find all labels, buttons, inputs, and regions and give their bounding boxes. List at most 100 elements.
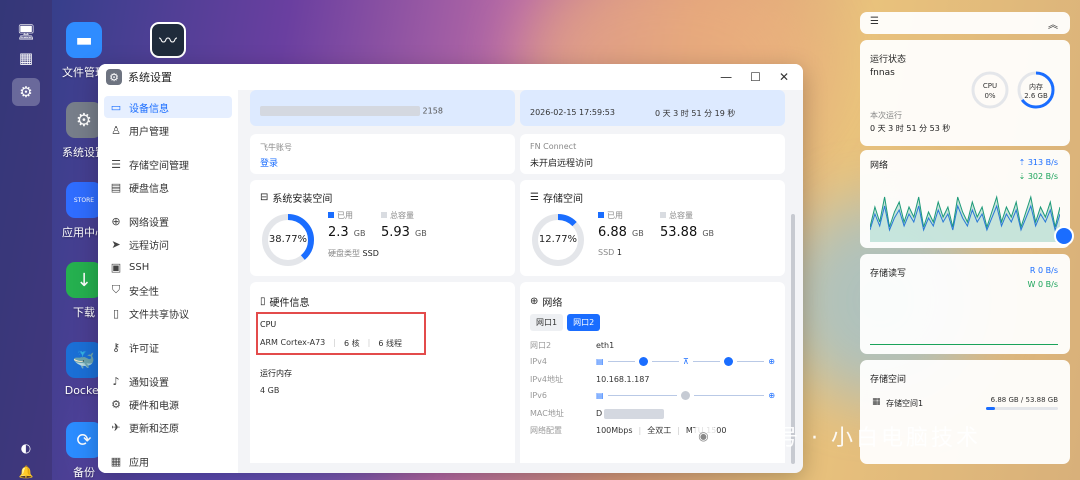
sidebar-item-ssh[interactable]: ▣ SSH xyxy=(104,256,232,278)
bell-icon: ♪ xyxy=(112,374,120,388)
system-space-percent: 38.77% xyxy=(268,234,308,245)
sidebar-item-network[interactable]: ⊕ 网络设置 xyxy=(104,210,232,232)
storage-pool-usage: 6.88 GB / 53.88 GB xyxy=(990,396,1058,404)
sto-total-label: 总容量 xyxy=(669,211,693,220)
storage-widget-title: 存储空间 xyxy=(870,375,907,385)
ram-value: 4 GB xyxy=(260,386,280,395)
sidebar-item-storage-manage[interactable]: ☰ 存储空间管理 xyxy=(104,153,232,175)
tab-port-2[interactable]: 网口2 xyxy=(567,314,601,331)
status-dot-icon xyxy=(681,391,691,400)
sidebar-item-apps[interactable]: ▦ 应用 xyxy=(104,450,232,472)
settings-app-icon: ⚙ xyxy=(106,69,122,85)
docker-icon: 🐳 xyxy=(66,342,102,378)
network-widget: 网络 ⇡ 313 B/s ⇣ 302 B/s xyxy=(860,150,1070,248)
close-button[interactable]: ✕ xyxy=(779,70,789,84)
update-icon: ✈ xyxy=(111,420,121,434)
storage-pool-icon: ▦ xyxy=(872,397,881,407)
shield-icon: ⛉ xyxy=(111,283,121,296)
window-titlebar[interactable]: ⚙ 系统设置 — ☐ ✕ xyxy=(98,64,803,90)
terminal-icon: ▣ xyxy=(110,260,122,274)
ssd-label: SSD xyxy=(598,248,615,257)
sidebar-item-license[interactable]: ⚷ 许可证 xyxy=(104,336,232,358)
sidebar-item-remote[interactable]: ➤ 远程访问 xyxy=(104,233,232,255)
system-space-title: 系统安装空间 xyxy=(272,194,333,205)
sidebar-item-device-info[interactable]: ▭ 设备信息 xyxy=(104,96,232,118)
sys-used-value: 2.3 xyxy=(328,225,349,240)
notification-bell-icon[interactable]: 🔔 xyxy=(12,458,40,480)
window-title: 系统设置 xyxy=(128,71,172,84)
sidebar-item-update[interactable]: ✈ 更新和还原 xyxy=(104,416,232,438)
login-link[interactable]: 登录 xyxy=(260,156,278,169)
run-label: 本次运行 xyxy=(870,111,902,120)
settings-dock-icon[interactable]: ⚙ xyxy=(12,78,40,106)
hardware-card: ▯ 硬件信息 CPU ARM Cortex-A73 | 6 核 | 6 线程 运行… xyxy=(250,282,515,463)
storage-space-title: 存储空间 xyxy=(542,194,583,205)
network-title: 网络 xyxy=(542,298,563,309)
storage-space-percent: 12.77% xyxy=(538,234,578,245)
tab-port-1[interactable]: 网口1 xyxy=(530,314,564,331)
sidebar-item-users[interactable]: ♙ 用户管理 xyxy=(104,119,232,141)
key-icon: ⚷ xyxy=(111,340,121,354)
sto-total-unit: GB xyxy=(702,229,714,238)
left-dock: 🖥 ▦ ⚙ ◐ 🔔 xyxy=(0,0,52,480)
fnconnect-value: 未开启远程访问 xyxy=(530,159,594,169)
sidebar-item-hardware-power[interactable]: ⚙ 硬件和电源 xyxy=(104,393,232,415)
watermark: ◉ 公众号 · 小白电脑技术 xyxy=(692,420,981,452)
collapse-icon[interactable]: ︽ xyxy=(1048,16,1058,31)
power-icon: ⚙ xyxy=(111,397,121,411)
mac-blur xyxy=(604,408,665,419)
widget-menu-icon[interactable]: ☰ xyxy=(870,16,879,27)
folder-icon: ▬ xyxy=(66,22,102,58)
hardware-title: 硬件信息 xyxy=(269,298,310,309)
check-icon xyxy=(638,357,648,366)
cpu-threads: 6 线程 xyxy=(378,339,402,348)
download-rate: 302 B/s xyxy=(1027,172,1058,181)
total-legend-swatch xyxy=(660,212,666,218)
gear-icon: ⚙ xyxy=(66,102,102,138)
read-label: R xyxy=(1029,266,1036,275)
disk-io-title: 存储读写 xyxy=(870,269,907,279)
desktop-monitor-app[interactable]: 〰 xyxy=(138,22,198,64)
disk-icon: ▤ xyxy=(110,180,122,194)
settings-window: ⚙ 系统设置 — ☐ ✕ ▭ 设备信息 ♙ 用户管理 ☰ 存储空间管理 ▤ 硬盘信息 ⊕… xyxy=(98,64,803,473)
storage-usage-fill xyxy=(986,407,996,410)
apps-grid-icon[interactable]: ▦ xyxy=(12,44,40,72)
floating-assistant-button[interactable] xyxy=(1054,226,1074,246)
disk-io-baseline xyxy=(870,344,1058,345)
watermark-text: 公众号 · 小白电脑技术 xyxy=(726,426,981,451)
minimize-button[interactable]: — xyxy=(720,70,732,84)
storage-icon: ☰ xyxy=(111,157,121,171)
disk-type-value: SSD xyxy=(362,249,379,258)
file-share-icon: ▯ xyxy=(112,306,120,320)
used-legend-swatch xyxy=(598,212,604,218)
sto-used-value: 6.88 xyxy=(598,225,627,240)
sys-used-unit: GB xyxy=(353,229,366,238)
apps-icon: ▦ xyxy=(110,454,122,468)
account-card: 飞牛账号 登录 xyxy=(250,134,515,174)
sidebar-item-security[interactable]: ⛉ 安全性 xyxy=(104,279,232,301)
chip-icon: ▯ xyxy=(260,296,266,307)
fnconnect-card: FN Connect 未开启远程访问 xyxy=(520,134,785,174)
desktop-icon[interactable]: 🖥 xyxy=(12,18,40,46)
storage-usage-bar xyxy=(986,407,1058,410)
storage-icon: ☰ xyxy=(530,192,539,203)
upload-rate: 313 B/s xyxy=(1027,158,1058,167)
serial-tail: 2158 xyxy=(422,106,443,116)
globe-icon: ⊕ xyxy=(530,296,539,307)
run-uptime: 0 天 3 时 51 分 53 秒 xyxy=(870,124,951,133)
disk-type-label: 硬盘类型 xyxy=(328,249,360,258)
read-rate: 0 B/s xyxy=(1038,266,1058,275)
cpu-cores: 6 核 xyxy=(343,339,360,348)
cpu-label: CPU xyxy=(260,320,277,329)
ram-label: 运行内存 xyxy=(260,369,292,378)
system-space-card: ⊟ 系统安装空间 38.77% 已用 2.3 GB 总容量 5.93 GB 硬盘类… xyxy=(250,180,515,276)
sidebar-item-disk-info[interactable]: ▤ 硬盘信息 xyxy=(104,176,232,198)
sidebar-item-file-share[interactable]: ▯ 文件共享协议 xyxy=(104,302,232,324)
net-row-value: eth1 xyxy=(596,341,615,350)
disk-io-widget: 存储读写 R 0 B/s W 0 B/s xyxy=(860,254,1070,354)
memory-gauge-value: 2.6 GB xyxy=(1024,92,1048,100)
settings-content: 2158 2026-02-15 17:59:53 0 天 3 时 51 分 19… xyxy=(250,90,791,463)
sidebar-item-notification[interactable]: ♪ 通知设置 xyxy=(104,370,232,392)
cpu-gauge xyxy=(971,71,1009,109)
maximize-button[interactable]: ☐ xyxy=(750,70,761,84)
